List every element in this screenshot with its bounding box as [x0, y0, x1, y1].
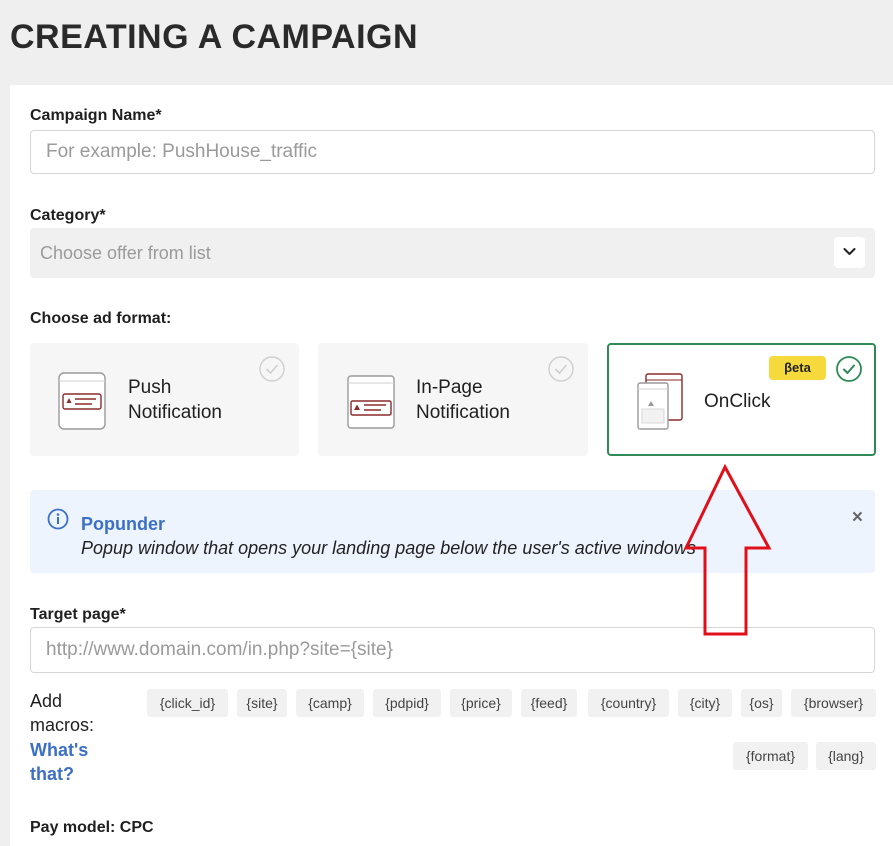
macro-tag-format[interactable]: {format}: [733, 742, 808, 770]
macro-tag-site[interactable]: {site}: [237, 689, 287, 717]
check-circle-icon: [259, 356, 285, 382]
close-icon[interactable]: ×: [852, 507, 863, 529]
format-card-in-page-notification[interactable]: In-Page Notification: [318, 343, 588, 456]
onclick-illustration-icon: [637, 373, 683, 430]
check-circle-icon: [836, 356, 862, 382]
format-label-in-page: In-Page Notification: [416, 377, 510, 423]
campaign-name-input[interactable]: [30, 130, 875, 174]
format-card-push-notification[interactable]: Push Notification: [30, 343, 299, 456]
category-placeholder: Choose offer from list: [40, 243, 211, 263]
category-label: Category*: [30, 207, 106, 224]
push-notification-illustration-icon: [58, 372, 106, 430]
beta-badge: βeta: [769, 356, 826, 380]
chevron-down-icon[interactable]: [834, 237, 865, 268]
macros-label: Add macros:: [30, 691, 95, 735]
check-circle-icon: [548, 356, 574, 382]
macros-help-link[interactable]: What's that?: [30, 738, 130, 786]
category-select[interactable]: Choose offer from list: [30, 228, 875, 278]
annotation-arrow-icon: [684, 464, 772, 636]
format-label-push: Push Notification: [128, 377, 222, 423]
format-card-onclick[interactable]: OnClick βeta: [607, 343, 876, 456]
macro-tag-country[interactable]: {country}: [588, 689, 669, 717]
pay-model-label: Pay model: CPC: [30, 819, 154, 836]
macro-tag-city[interactable]: {city}: [678, 689, 732, 717]
macro-tag-click-id[interactable]: {click_id}: [147, 689, 228, 717]
macro-tag-pdpid[interactable]: {pdpid}: [373, 689, 441, 717]
macro-tag-lang[interactable]: {lang}: [816, 742, 876, 770]
info-description: Popup window that opens your landing pag…: [81, 538, 696, 558]
page-title: CREATING A CAMPAIGN: [10, 18, 419, 56]
target-page-label: Target page*: [30, 606, 126, 623]
ad-format-label: Choose ad format:: [30, 310, 172, 327]
macro-tag-feed[interactable]: {feed}: [521, 689, 577, 717]
macro-tag-os[interactable]: {os}: [741, 689, 782, 717]
macro-tag-camp[interactable]: {camp}: [296, 689, 364, 717]
info-icon: [47, 508, 69, 530]
in-page-notification-illustration-icon: [347, 375, 395, 429]
format-label-onclick: OnClick: [704, 391, 771, 412]
info-title: Popunder: [81, 514, 165, 534]
macro-tag-browser[interactable]: {browser}: [791, 689, 876, 717]
campaign-name-label: Campaign Name*: [30, 107, 162, 124]
macro-tag-price[interactable]: {price}: [450, 689, 512, 717]
